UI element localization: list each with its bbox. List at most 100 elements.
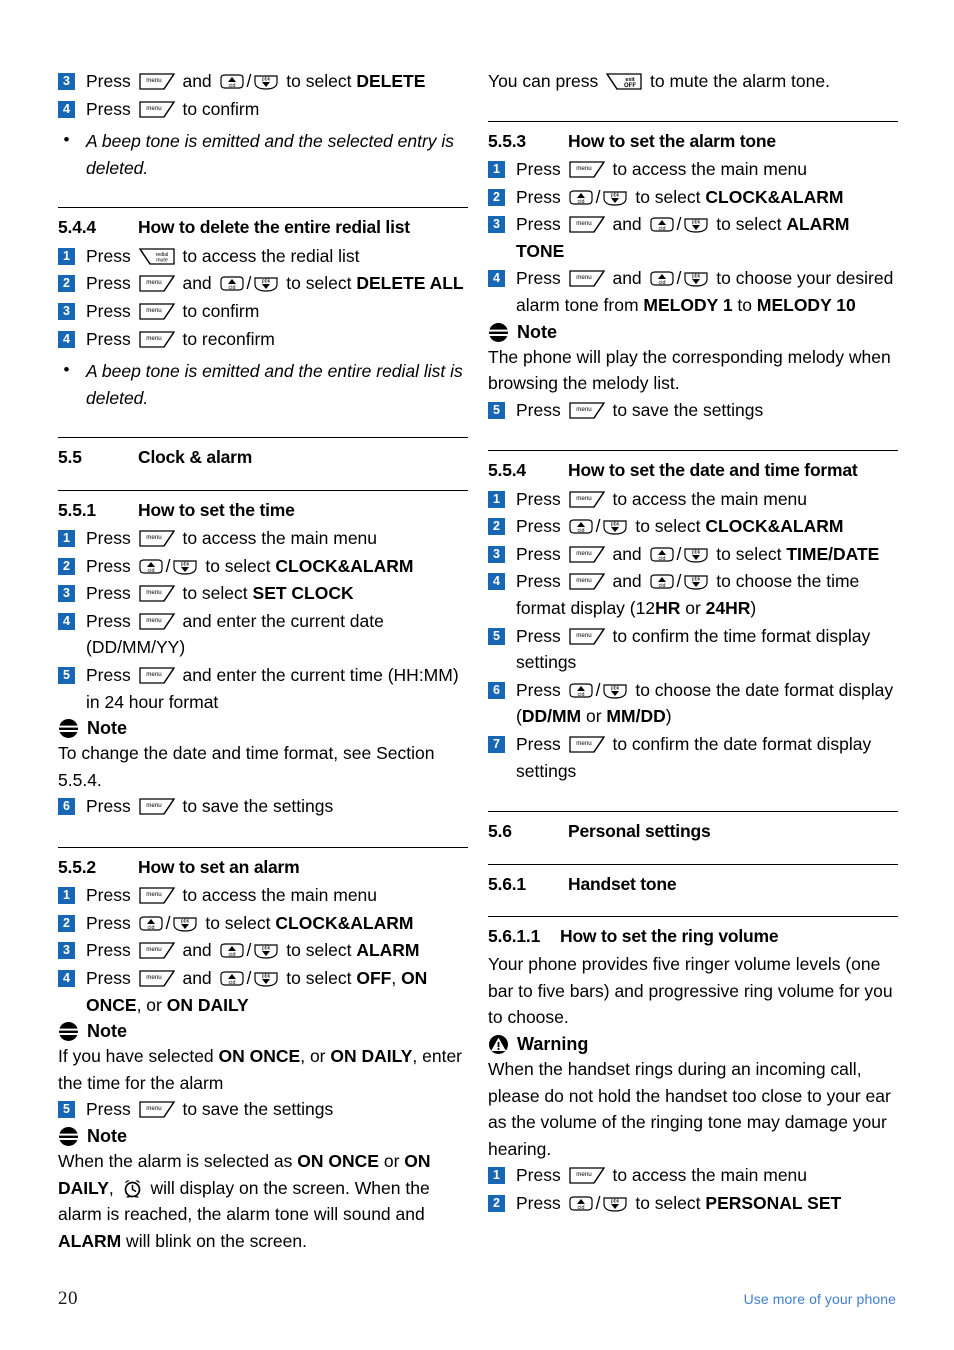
section-title: How to set an alarm [138,856,300,877]
menu-softkey-icon: menu [138,71,176,92]
pbk-down-arrow-icon: pbk [171,914,199,934]
option-melody-10: MELODY 10 [756,294,856,315]
section-title: How to set the ring volume [560,925,779,946]
step-text-pre: Press [516,543,566,564]
step-badge: 1 [58,887,75,905]
list-item: 3 Press menu to confirm [58,298,468,325]
section-divider [488,120,898,122]
separator: or [581,706,607,727]
step-text: Press redial mute to access the redial li… [86,243,468,270]
step-text: Press menu to access the main menu [516,1162,898,1189]
note-icon [58,1021,79,1042]
section-heading-5-5-1: 5.5.1 How to set the time [58,500,468,521]
menu-softkey-icon: menu [568,268,606,289]
step-badge: 2 [58,914,75,932]
intro-paragraph: You can press exit OFF to mute the alarm … [488,68,898,95]
separator: , [391,968,402,989]
list-item: 6 Press cid / pbk to choose the date forma… [488,677,898,730]
section-heading-5-5-3: 5.5.3 How to set the alarm tone [488,131,898,152]
list-item: 5 Press menu and enter the current time … [58,662,468,715]
separator: , or [136,994,167,1015]
step-text-mid: and [607,268,647,289]
section-number: 5.5.1 [58,499,96,520]
step-text-mid: and [607,571,647,592]
step-bold-value: CLOCK&ALARM [705,186,844,207]
note-label: Note [87,1021,127,1042]
list-item: 1 Press menu to access the main menu [58,882,468,909]
step-text-post: to access the main menu [607,488,808,509]
svg-text:menu: menu [146,1105,162,1112]
step-text-pre: Press [516,186,566,207]
option-ddmm: DD/MM [521,706,582,727]
svg-text:cid: cid [658,226,665,232]
list-item: 3 Press menu and cid / pbk to select TIME/… [488,541,898,568]
svg-text:pbk: pbk [262,77,271,83]
svg-text:pbk: pbk [611,1198,620,1204]
step-badge: 4 [488,573,505,591]
step-text-mid: and [177,940,217,961]
option-off: OFF [356,968,392,989]
step-badge: 1 [488,1167,505,1185]
menu-softkey-icon: menu [138,885,176,906]
menu-softkey-icon: menu [138,1099,176,1120]
list-item: 3 Press menu and cid / pbk to select DELET… [58,68,468,95]
cid-up-arrow-icon: cid [137,557,165,577]
note-icon [58,1126,79,1147]
step-text: Press menu to confirm the date format di… [516,731,898,784]
note-heading: Note [58,1126,468,1147]
cid-up-arrow-icon: cid [218,941,246,961]
separator: , [108,1177,119,1198]
bullet-dot: • [63,130,70,150]
icon-separator: / [595,186,601,207]
step-bold-value: TIME/DATE [786,543,880,564]
step-text-post: to select [630,516,706,537]
pbk-down-arrow-icon: pbk [252,274,280,294]
bullet-item: • A beep tone is emitted and the entire … [58,358,468,411]
separator: , or [300,1046,331,1067]
step-badge: 5 [58,666,75,684]
pbk-down-arrow-icon: pbk [601,188,629,208]
svg-text:menu: menu [146,77,162,84]
page-footer: 20 Use more of your phone [58,1288,896,1310]
step-text: Press menu and cid / pbk to select DELETE [86,68,468,95]
list-item: 5 Press menu to save the settings [488,397,898,424]
svg-text:cid: cid [228,980,235,986]
section-divider [488,811,898,813]
step-text-pre: Press [516,571,566,592]
list-item: 4 Press menu and cid / pbk to choose your … [488,265,898,318]
step-text: Press menu to confirm [86,298,468,325]
paren-close: ) [750,598,757,618]
svg-text:pbk: pbk [692,577,701,583]
step-badge: 2 [488,1194,505,1212]
step-badge: 5 [488,401,505,419]
svg-text:menu: menu [576,406,592,413]
svg-text:cid: cid [147,925,154,931]
section-heading-5-6: 5.6 Personal settings [488,821,898,842]
section-title: Handset tone [568,873,677,894]
step-text-pre: Press [86,610,136,631]
svg-text:pbk: pbk [692,274,701,280]
section-divider [58,437,468,439]
step-text: Press cid / pbk to select CLOCK&ALARM [86,910,468,937]
list-item: 2 Press cid / pbk to select CLOCK&ALARM [58,910,468,937]
pbk-down-arrow-icon: pbk [171,557,199,577]
step-text-post: to select [177,583,253,604]
svg-text:pbk: pbk [262,279,271,285]
section-heading-5-5-2: 5.5.2 How to set an alarm [58,857,468,878]
separator: or [680,598,706,618]
cid-up-arrow-icon: cid [567,1194,595,1214]
svg-text:mute: mute [156,257,168,263]
left-column: 3 Press menu and cid / pbk to select DELET… [58,68,468,1254]
step-bold-value: ALARM [356,940,420,961]
menu-softkey-icon: menu [138,968,176,989]
list-item: 4 Press menu and enter the current date … [58,608,468,661]
manual-page: 3 Press menu and cid / pbk to select DELET… [0,0,954,1350]
svg-text:menu: menu [146,105,162,112]
step-badge: 3 [58,302,75,320]
pbk-down-arrow-icon: pbk [252,72,280,92]
step-badge: 6 [488,681,505,699]
